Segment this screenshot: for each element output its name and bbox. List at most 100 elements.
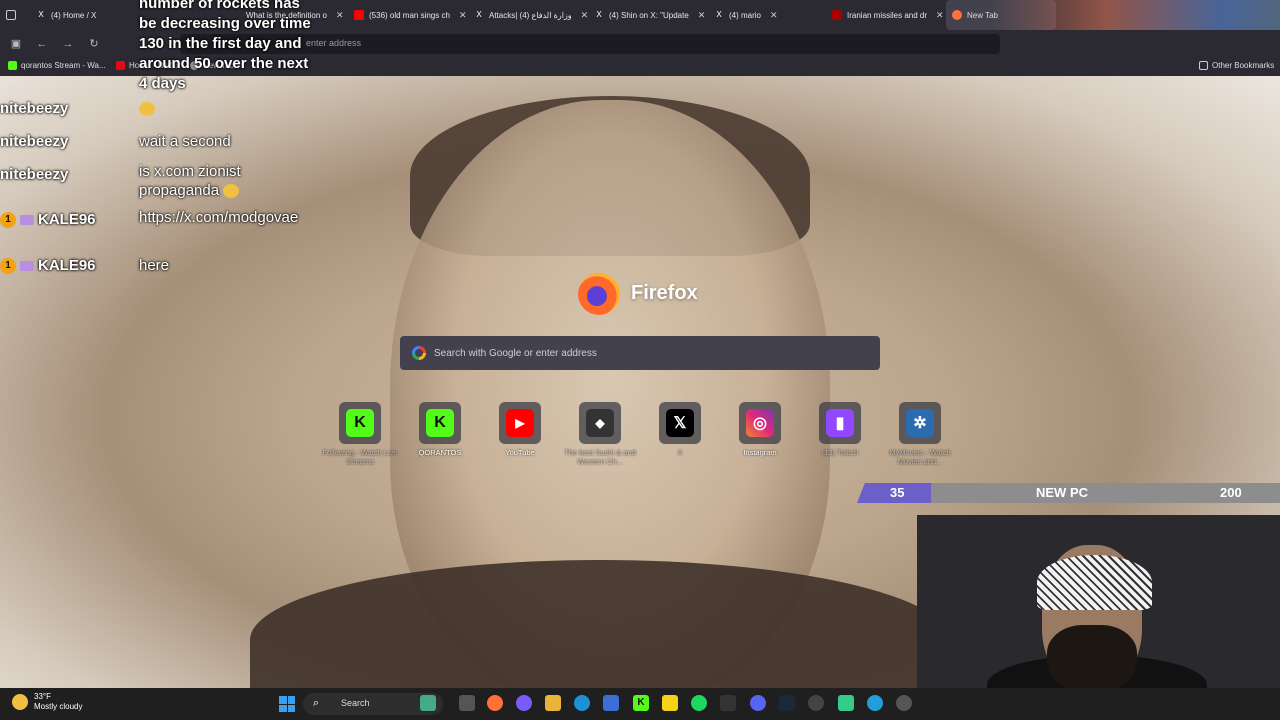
tab-iranian-missiles[interactable]: Iranian missiles and dr ✕ <box>826 0 946 30</box>
youtube-icon <box>354 10 364 20</box>
instagram-icon: ◎ <box>746 409 774 437</box>
chat-username: nitebeezy <box>0 133 69 150</box>
goal-current: 35 <box>890 485 905 500</box>
goal-target: 200 <box>1220 485 1242 500</box>
goal-label: NEW PC <box>1036 485 1088 500</box>
shortcut-tile[interactable]: ◎ Instagram <box>720 402 800 457</box>
shortcut-tile[interactable]: ✲ MyMovies - Watch Movies and... <box>880 402 960 466</box>
x-icon: X <box>716 10 722 19</box>
windows-start-icon[interactable] <box>279 696 295 712</box>
chat-text: wait a second <box>139 133 231 150</box>
discord-icon[interactable] <box>750 695 766 711</box>
app-icon[interactable] <box>720 695 736 711</box>
firefox-icon <box>952 10 962 20</box>
youtube-icon: ▶ <box>506 409 534 437</box>
spotify-icon[interactable] <box>691 695 707 711</box>
newtab-search-input[interactable]: Search with Google or enter address <box>400 336 880 370</box>
tab-shin[interactable]: X (4) Shin on X: "Update ✕ <box>588 0 708 30</box>
weather-temperature: 33°F <box>34 692 51 701</box>
x-icon: X <box>596 10 602 19</box>
shortcut-label: X <box>677 448 683 457</box>
close-icon[interactable]: ✕ <box>336 10 344 21</box>
google-icon <box>412 346 426 360</box>
shortcut-tile[interactable]: ▶ YouTube <box>480 402 560 457</box>
weather-condition: Mostly cloudy <box>34 702 83 711</box>
page-icon <box>832 10 842 20</box>
firefox-taskbar-icon[interactable] <box>487 695 503 711</box>
chat-username: KALE96 <box>38 211 96 228</box>
kick-taskbar-icon[interactable]: K <box>633 695 649 711</box>
windows-taskbar: 33°F Mostly cloudy ⌕ Search K <box>0 688 1280 720</box>
chat-username: nitebeezy <box>0 166 69 183</box>
other-bookmarks[interactable]: Other Bookmarks <box>1199 61 1274 70</box>
close-icon[interactable]: ✕ <box>936 10 944 21</box>
folder-icon <box>1199 61 1208 70</box>
store-icon[interactable] <box>603 695 619 711</box>
shortcut-label: MyMovies - Watch Movies and... <box>889 448 951 466</box>
subscriber-badge-icon <box>20 214 34 225</box>
firefox-wordmark: Firefox <box>631 282 698 304</box>
shortcut-tile[interactable]: 𝕏 X <box>640 402 720 457</box>
shortcut-label: YouTube <box>505 448 535 457</box>
sushi-site-icon: ◆ <box>586 409 614 437</box>
shortcut-label: Following - Watch Live Streams <box>322 448 398 466</box>
netflix-icon <box>116 61 125 70</box>
chat-username: nitebeezy <box>0 100 69 117</box>
gift-badge-icon: 1 <box>0 257 16 274</box>
settings-gear-icon[interactable] <box>896 695 912 711</box>
chat-text: here <box>139 257 170 274</box>
shortcut-tile[interactable]: K Following - Watch Live Streams <box>320 402 400 466</box>
forward-arrow-icon[interactable]: → <box>60 36 76 52</box>
kick-icon <box>8 61 17 70</box>
close-icon[interactable]: ✕ <box>698 10 706 21</box>
webcam-feed <box>917 515 1280 688</box>
x-icon: X <box>38 10 44 19</box>
kick-icon: K <box>426 409 454 437</box>
sidebar-toggle-icon[interactable]: ▣ <box>8 36 24 52</box>
kick-icon: K <box>346 409 374 437</box>
tab-attacks[interactable]: X Attacks| وزارة الدفاع (4) ✕ <box>468 0 588 30</box>
shortcut-label: QORANTOS <box>418 448 462 457</box>
x-icon: 𝕏 <box>666 409 694 437</box>
reload-icon[interactable]: ↻ <box>86 36 102 52</box>
widget-icon[interactable] <box>420 695 436 711</box>
twitch-icon: ▮ <box>826 409 854 437</box>
obs-icon[interactable] <box>808 695 824 711</box>
chat-username: KALE96 <box>38 257 96 274</box>
weather-cloud-sun-icon <box>12 694 28 710</box>
tab-list-button[interactable] <box>0 0 30 30</box>
steam-icon[interactable] <box>779 695 795 711</box>
tab-mario[interactable]: X (4) mario ✕ <box>708 0 826 30</box>
edge-icon[interactable] <box>574 695 590 711</box>
x-icon: X <box>476 10 482 19</box>
shortcut-label: The best Sushi & and Western Ch... <box>564 448 636 466</box>
app-icon[interactable] <box>516 695 532 711</box>
close-icon[interactable]: ✕ <box>770 10 778 21</box>
tab-youtube[interactable]: (536) old man sings ch ✕ <box>348 0 468 30</box>
shortcut-tile[interactable]: K QORANTOS <box>400 402 480 457</box>
file-explorer-icon[interactable] <box>545 695 561 711</box>
task-view-icon[interactable] <box>459 695 475 711</box>
subscriber-badge-icon <box>20 260 34 271</box>
bookmark-qorantos[interactable]: qorantos Stream - Wa... <box>8 61 106 70</box>
weather-widget[interactable]: 33°F Mostly cloudy <box>12 692 82 712</box>
gift-badge-icon: 1 <box>0 211 16 228</box>
sunglasses-emote-icon <box>139 102 155 117</box>
shortcut-tile[interactable]: ◆ The best Sushi & and Western Ch... <box>560 402 640 466</box>
back-arrow-icon[interactable]: ← <box>34 36 50 52</box>
close-icon[interactable]: ✕ <box>581 10 588 21</box>
chat-text: https://x.com/modgovae <box>139 209 299 226</box>
firefox-logo-icon <box>578 273 620 315</box>
tab-home-x[interactable]: X (4) Home / X <box>30 0 130 30</box>
film-reel-icon: ✲ <box>906 409 934 437</box>
chat-message-top: number of rockets has be decreasing over… <box>139 0 311 92</box>
close-icon[interactable]: ✕ <box>459 10 467 21</box>
notes-icon[interactable] <box>662 695 678 711</box>
telegram-icon[interactable] <box>867 695 883 711</box>
shortcut-label: (13) Twitch <box>821 448 859 457</box>
search-icon: ⌕ <box>313 697 320 709</box>
shortcut-label: Instagram <box>743 448 777 457</box>
shortcut-tile[interactable]: ▮ (13) Twitch <box>800 402 880 457</box>
donation-goal-bar: 35 NEW PC 200 <box>857 483 1280 503</box>
app-icon[interactable] <box>838 695 854 711</box>
